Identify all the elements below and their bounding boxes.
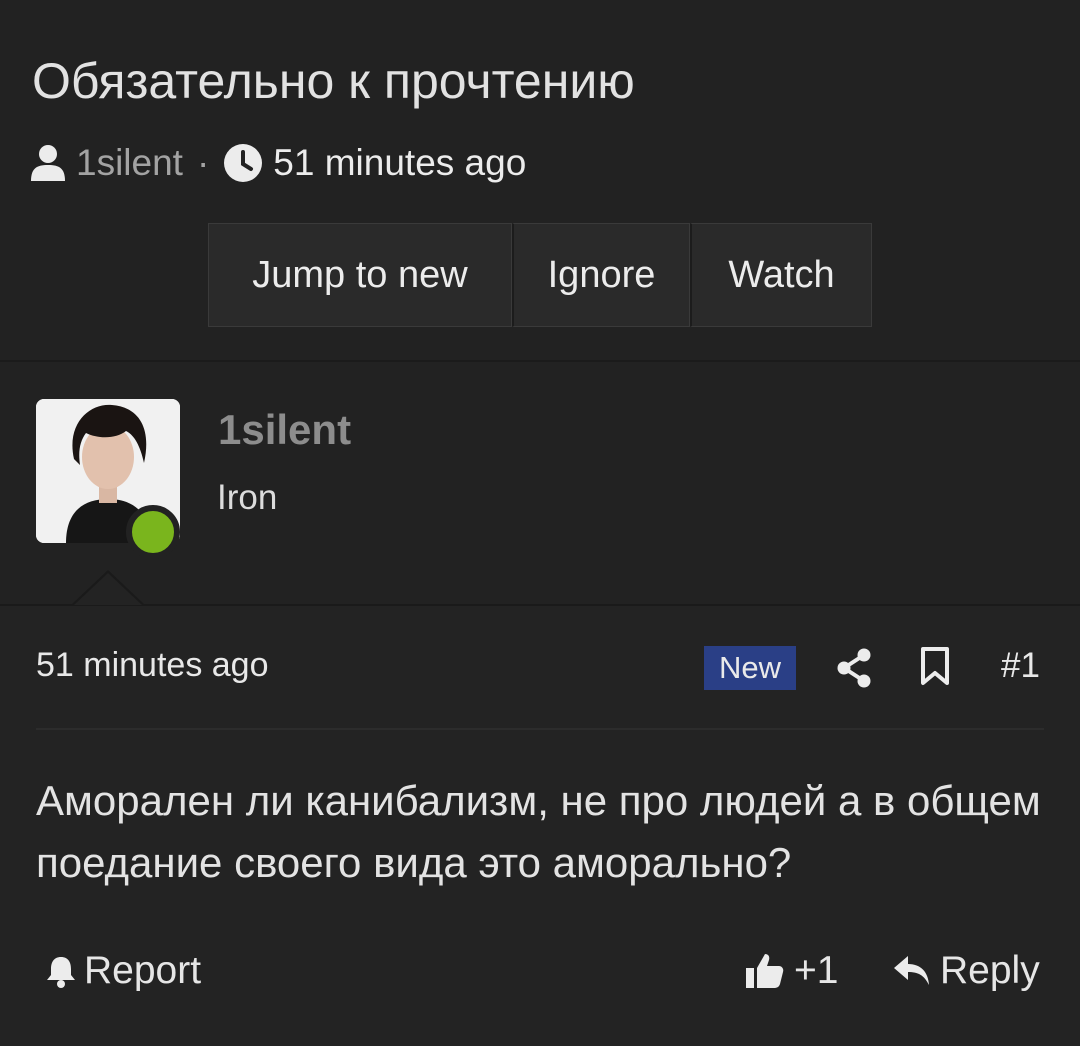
post-body: Аморален ли канибализм, не про людей а в… xyxy=(36,777,1041,886)
post-date[interactable]: 51 minutes ago xyxy=(36,646,269,685)
thread-actions: Jump to new Ignore Watch xyxy=(208,223,872,329)
jump-to-new-button[interactable]: Jump to new xyxy=(208,223,512,327)
thread-header: Обязательно к прочтению 1silent · 51 min… xyxy=(0,0,1080,360)
share-icon[interactable] xyxy=(836,648,872,688)
post-header-divider xyxy=(36,728,1044,730)
like-count: +1 xyxy=(794,949,839,992)
report-button[interactable]: Report xyxy=(44,946,201,996)
post-author-name[interactable]: 1silent xyxy=(218,406,351,454)
online-status-indicator xyxy=(126,505,180,559)
bell-icon xyxy=(47,957,75,988)
bookmark-icon[interactable] xyxy=(920,646,950,686)
new-badge: New xyxy=(704,646,796,690)
watch-button[interactable]: Watch xyxy=(690,223,872,327)
post: 51 minutes ago New #1 Аморален ли каниба… xyxy=(0,604,1080,1046)
post-user-block: 1silent Iron xyxy=(0,362,1080,604)
meta-separator: · xyxy=(196,142,210,183)
user-icon xyxy=(31,145,65,181)
thread-author-link[interactable]: 1silent xyxy=(76,142,183,184)
reply-button[interactable]: Reply xyxy=(892,946,1040,996)
thread-time: 51 minutes ago xyxy=(273,142,527,183)
post-author-title: Iron xyxy=(217,478,278,517)
reply-label: Reply xyxy=(940,949,1040,992)
post-number[interactable]: #1 xyxy=(1001,646,1040,686)
thread-meta: 1silent · 51 minutes ago xyxy=(30,140,526,186)
post-actions: Report +1 Reply xyxy=(0,946,1080,996)
thread-title: Обязательно к прочтению xyxy=(32,53,635,109)
post-pointer xyxy=(74,573,142,605)
ignore-button[interactable]: Ignore xyxy=(512,223,690,327)
reply-arrow-icon xyxy=(894,956,929,985)
report-label: Report xyxy=(84,949,202,992)
like-button[interactable]: +1 xyxy=(744,946,838,996)
thumbs-up-icon xyxy=(746,954,784,988)
clock-icon xyxy=(224,144,263,182)
